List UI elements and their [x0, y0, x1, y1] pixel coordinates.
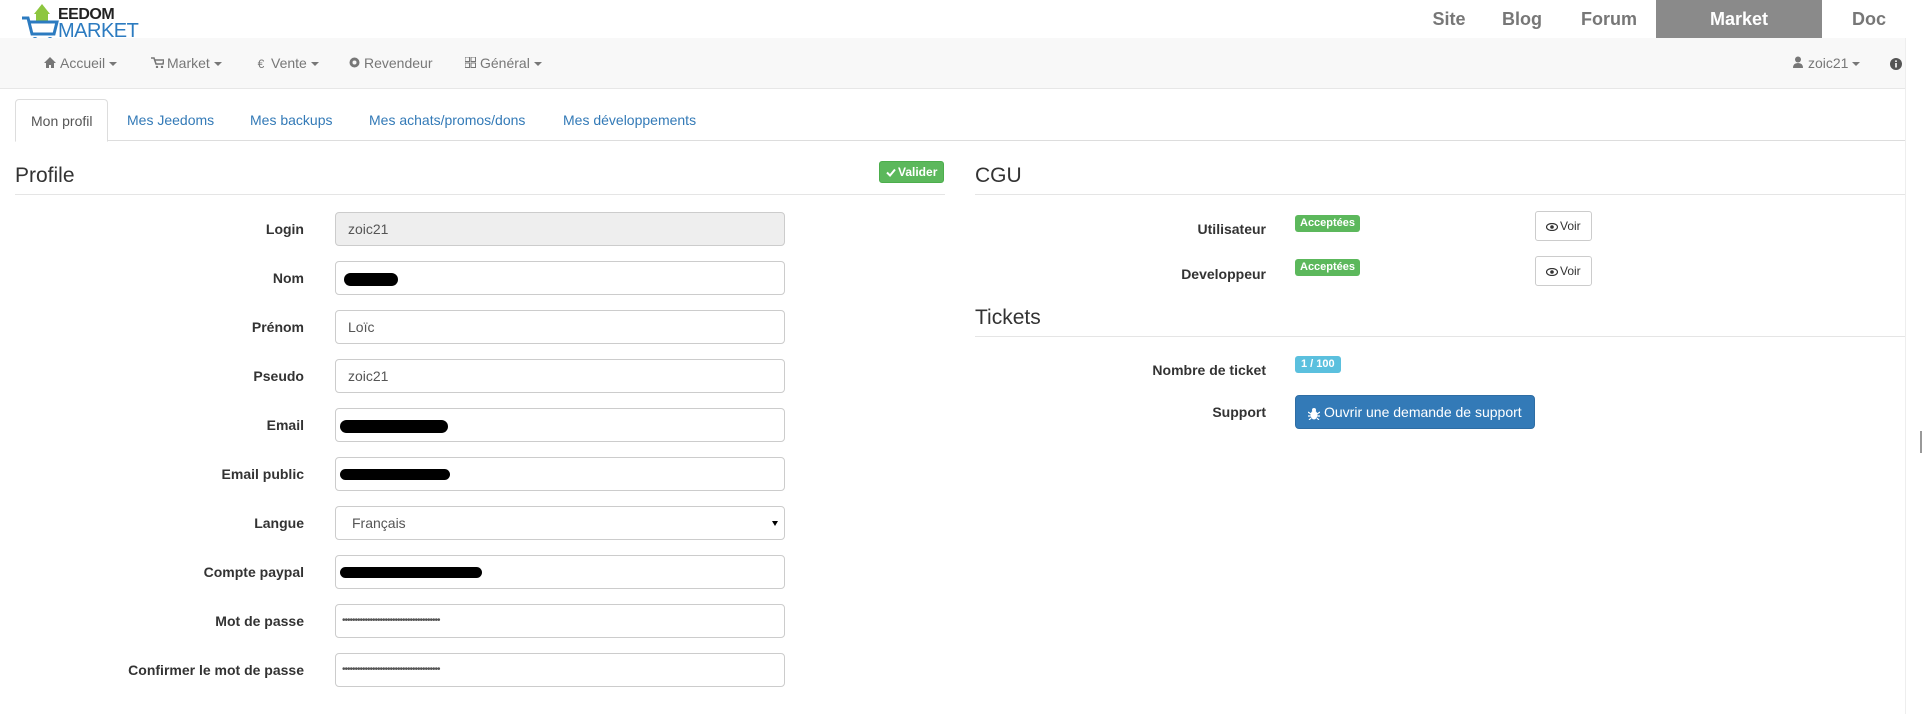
topnav-doc[interactable]: Doc — [1836, 0, 1902, 38]
paypal-label: Compte paypal — [203, 564, 304, 580]
topnav-site[interactable]: Site — [1416, 0, 1482, 38]
ticket-count-badge: 1 / 100 — [1295, 356, 1341, 373]
redaction-mark — [340, 420, 448, 433]
home-icon — [44, 39, 56, 90]
eye-icon — [1545, 222, 1559, 231]
nav-market[interactable]: Market — [151, 38, 222, 89]
tab-mes-jeedoms[interactable]: Mes Jeedoms — [112, 99, 229, 141]
ticket-count-label: Nombre de ticket — [1152, 362, 1266, 378]
cgu-developpeur-label: Developpeur — [1181, 266, 1266, 282]
nom-field[interactable] — [335, 261, 785, 295]
pseudo-label: Pseudo — [253, 368, 304, 384]
open-support-request-button[interactable]: Ouvrir une demande de support — [1295, 395, 1535, 429]
chevron-down-icon — [310, 62, 319, 67]
tab-mes-achats[interactable]: Mes achats/promos/dons — [354, 99, 540, 141]
tab-mon-profil[interactable]: Mon profil — [15, 99, 109, 142]
top-bar: EEDOM MARKET Site Blog Forum Market Doc — [0, 0, 1923, 43]
cgu-utilisateur-voir-button[interactable]: Voir — [1535, 211, 1592, 241]
nom-label: Nom — [272, 270, 304, 286]
email-public-field[interactable] — [335, 457, 785, 491]
redaction-mark — [344, 273, 398, 286]
login-field: zoic21 — [335, 212, 785, 246]
login-label: Login — [265, 221, 304, 237]
password-confirm-label: Confirmer le mot de passe — [128, 662, 304, 678]
langue-select[interactable]: Français — [335, 506, 785, 540]
nav-user-label: zoic21 — [1808, 55, 1849, 71]
nav-general[interactable]: Général — [464, 38, 542, 89]
main-navbar: Accueil Market € Vente Revendeur Général … — [0, 38, 1905, 89]
chevron-down-icon — [772, 521, 778, 526]
profile-tabs: Mon profil Mes Jeedoms Mes backups Mes a… — [15, 99, 1905, 142]
nav-accueil[interactable]: Accueil — [44, 38, 118, 90]
topnav-forum[interactable]: Forum — [1572, 0, 1646, 38]
page-scrollbar[interactable] — [1905, 38, 1923, 714]
nav-accueil-label: Accueil — [60, 55, 106, 71]
certificate-icon — [348, 39, 360, 90]
pseudo-field[interactable]: zoic21 — [335, 359, 785, 393]
scrollbar-thumb[interactable] — [1920, 431, 1922, 453]
email-public-label: Email public — [221, 466, 304, 482]
open-support-request-label: Ouvrir une demande de support — [1324, 404, 1522, 420]
nav-user-menu[interactable]: zoic21 — [1792, 38, 1861, 90]
langue-label: Langue — [254, 515, 304, 531]
check-icon — [886, 169, 896, 178]
prenom-field[interactable]: Loïc — [335, 310, 785, 344]
nav-general-label: Général — [480, 55, 530, 71]
prenom-label: Prénom — [251, 319, 304, 335]
chevron-down-icon — [213, 62, 222, 67]
euro-icon: € — [257, 57, 265, 71]
cgu-developpeur-voir-button[interactable]: Voir — [1535, 256, 1592, 286]
chevron-down-icon — [1852, 62, 1861, 67]
grid-icon — [464, 39, 476, 90]
nav-revendeur-label: Revendeur — [364, 55, 433, 71]
redaction-mark — [340, 567, 482, 578]
save-button-label: Valider — [898, 165, 938, 179]
tab-mes-developpements[interactable]: Mes développements — [548, 99, 711, 141]
profile-section-title: Profile — [15, 162, 945, 195]
cgu-utilisateur-status-badge: Acceptées — [1295, 215, 1361, 232]
nav-vente[interactable]: € Vente — [255, 38, 319, 89]
password-label: Mot de passe — [215, 613, 304, 629]
eye-icon — [1545, 267, 1559, 276]
password-field[interactable]: ••••••••••••••••••••••••••••••••••••••• — [335, 604, 785, 638]
topnav-blog[interactable]: Blog — [1490, 0, 1554, 38]
paypal-field[interactable] — [335, 555, 785, 589]
tab-mes-backups[interactable]: Mes backups — [235, 99, 347, 141]
nav-vente-label: Vente — [271, 55, 307, 71]
user-icon — [1792, 39, 1804, 90]
cgu-utilisateur-label: Utilisateur — [1197, 221, 1266, 237]
email-field[interactable] — [335, 408, 785, 442]
voir-label: Voir — [1560, 219, 1581, 233]
bug-icon — [1307, 407, 1321, 421]
cart-icon — [151, 39, 166, 90]
support-label: Support — [1212, 404, 1266, 420]
nav-revendeur[interactable]: Revendeur — [348, 38, 433, 89]
email-label: Email — [266, 417, 304, 433]
topnav-market[interactable]: Market — [1656, 0, 1822, 38]
langue-select-value: Français — [352, 515, 406, 531]
chevron-down-icon — [109, 62, 118, 67]
cgu-developpeur-status-badge: Acceptées — [1295, 259, 1361, 276]
password-confirm-field[interactable]: ••••••••••••••••••••••••••••••••••••••• — [335, 653, 785, 687]
cgu-section-title: CGU — [975, 162, 1905, 195]
info-icon[interactable] — [1890, 38, 1902, 89]
voir-label: Voir — [1560, 264, 1581, 278]
nav-market-label: Market — [167, 55, 210, 71]
redaction-mark — [340, 469, 450, 480]
save-button[interactable]: Valider — [879, 161, 945, 183]
chevron-down-icon — [533, 62, 542, 67]
tickets-section-title: Tickets — [975, 304, 1905, 337]
